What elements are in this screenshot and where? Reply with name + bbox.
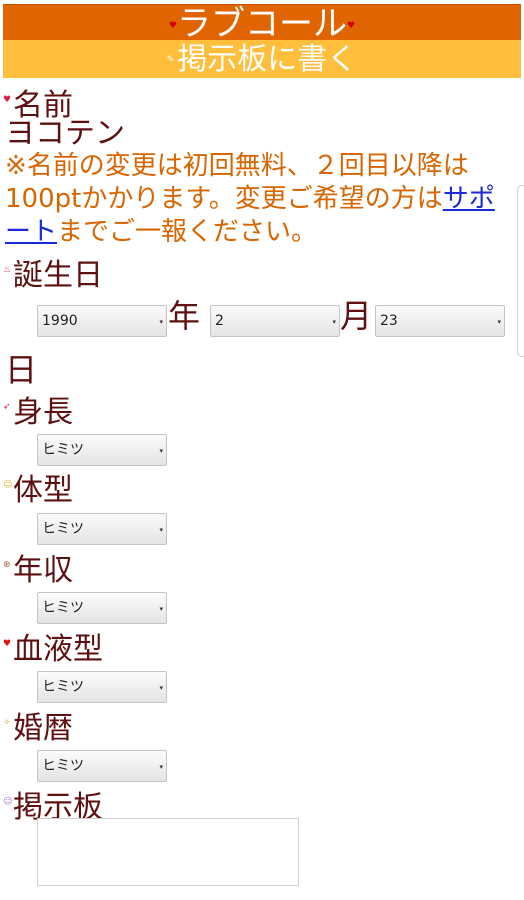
marital-select[interactable]: ヒミツ ▾	[37, 750, 167, 782]
dropdown-arrow-icon: ▾	[497, 318, 501, 326]
name-value: ヨコテン	[5, 116, 125, 151]
birth-day-value: 23	[380, 313, 398, 329]
year-unit: 年	[168, 297, 201, 335]
cake-icon: ♨	[3, 265, 12, 275]
pencil-icon: ✎	[166, 55, 175, 65]
dropdown-arrow-icon: ▾	[332, 318, 336, 326]
birthday-label: 誕生日	[13, 258, 103, 293]
note-text: ※名前の変更は初回無料、２回目以降は100ptかかります。変更ご希望の方は	[5, 151, 469, 214]
birth-year-select[interactable]: 1990 ▾	[37, 305, 167, 337]
height-value: ヒミツ	[42, 442, 84, 458]
sparkle-icon: ✧	[3, 718, 11, 728]
body-type-label-row: ☺体型	[3, 467, 73, 509]
income-select[interactable]: ヒミツ ▾	[37, 592, 167, 624]
body-type-select[interactable]: ヒミツ ▾	[37, 513, 167, 545]
blood-type-select[interactable]: ヒミツ ▾	[37, 671, 167, 703]
dropdown-arrow-icon: ▾	[159, 526, 163, 534]
money-bag-icon: ⊛	[3, 560, 11, 570]
height-select[interactable]: ヒミツ ▾	[37, 434, 167, 466]
income-value: ヒミツ	[42, 600, 84, 616]
face-icon: ☺	[3, 480, 13, 490]
dropdown-arrow-icon: ▾	[159, 684, 163, 692]
smile-icon: ☺	[3, 797, 13, 807]
name-change-note: ※名前の変更は初回無料、２回目以降は100ptかかります。変更ご希望の方はサポー…	[5, 150, 515, 249]
marital-label-row: ✧婚暦	[3, 705, 73, 747]
blood-type-label: 血液型	[13, 632, 103, 667]
heart-icon: ♥	[3, 639, 12, 649]
heart-icon: ♥	[168, 20, 177, 31]
dropdown-arrow-icon: ▾	[159, 447, 163, 455]
day-unit: 日	[5, 351, 38, 389]
body-type-value: ヒミツ	[42, 521, 84, 537]
dropdown-arrow-icon: ▾	[159, 605, 163, 613]
note-text-end: までご一報ください。	[57, 217, 318, 247]
blood-type-value: ヒミツ	[42, 679, 84, 695]
birth-day-select[interactable]: 23 ▾	[375, 305, 505, 337]
birth-month-select[interactable]: 2 ▾	[210, 305, 340, 337]
page-subtitle-bar: ✎ 掲示板に書く	[3, 40, 521, 78]
arrow-icon: ➶	[3, 402, 11, 412]
height-label: 身長	[13, 395, 73, 430]
blood-type-label-row: ♥血液型	[3, 626, 103, 668]
income-label-row: ⊛年収	[3, 547, 73, 589]
birth-year-value: 1990	[42, 313, 78, 329]
dropdown-arrow-icon: ▾	[159, 763, 163, 771]
page-subtitle: 掲示板に書く	[177, 42, 358, 77]
birth-month-value: 2	[215, 313, 224, 329]
heart-icon: ♥	[3, 95, 12, 105]
dropdown-arrow-icon: ▾	[159, 318, 163, 326]
height-label-row: ➶身長	[3, 389, 73, 431]
page-title: ラブコール	[177, 4, 347, 44]
income-label: 年収	[13, 553, 73, 588]
scroll-indicator[interactable]	[517, 185, 524, 357]
birthday-label-row: ♨誕生日	[3, 252, 103, 294]
month-unit: 月	[340, 297, 373, 335]
marital-label: 婚暦	[13, 711, 73, 746]
body-type-label: 体型	[13, 473, 73, 508]
marital-value: ヒミツ	[42, 758, 84, 774]
heart-icon: ♥	[347, 20, 356, 31]
page-header: ♥ラブコール♥	[3, 4, 521, 44]
board-textarea[interactable]	[37, 818, 299, 886]
